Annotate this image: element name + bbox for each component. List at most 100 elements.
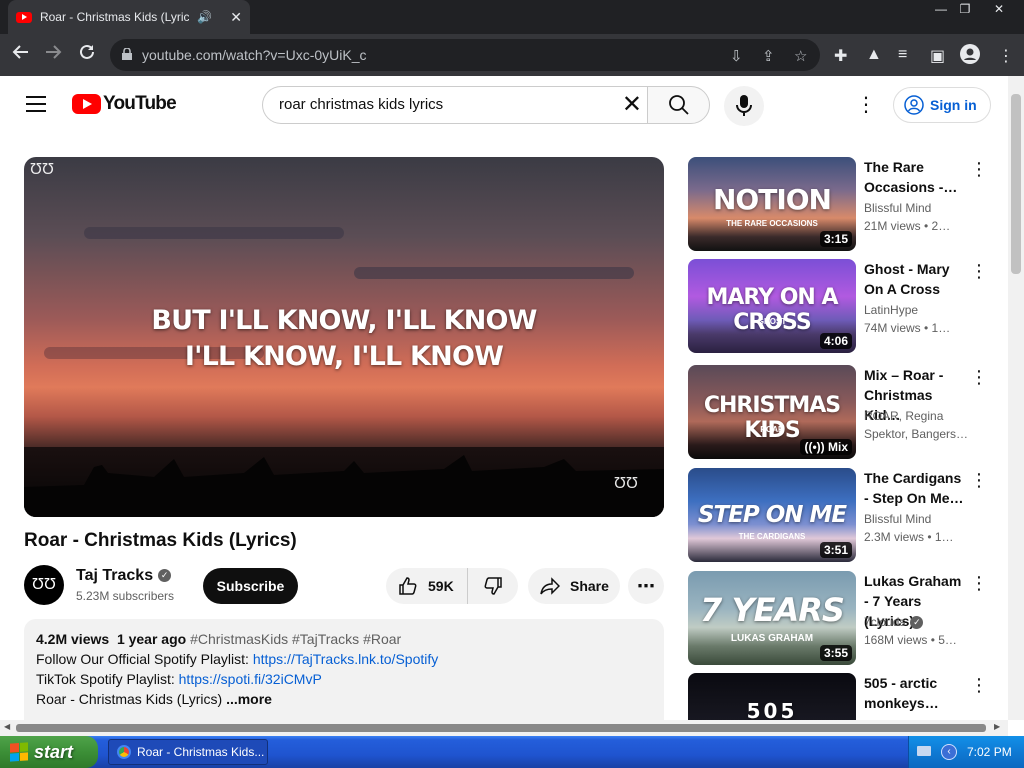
recommendation-item[interactable]: 505 505 - arctic monkeys… ⋮ <box>688 673 998 720</box>
thumbnail-subtext: THE CARDIGANS <box>738 532 806 541</box>
browser-tab[interactable]: Roar - Christmas Kids (Lyrics) - 🔊 ✕ <box>8 0 250 34</box>
spotify-link[interactable]: https://TajTracks.lnk.to/Spotify <box>253 651 438 667</box>
reload-button[interactable] <box>74 42 100 68</box>
recommendation-item[interactable]: MARY ON A CROSS GHOST 4:06 Ghost - Mary … <box>688 259 998 353</box>
extensions-icon[interactable]: ✚ <box>834 46 847 66</box>
recommendation-channel-cont[interactable]: Spektor, Bangers… <box>864 427 968 441</box>
subscribe-button[interactable]: Subscribe <box>203 568 298 604</box>
tab-close-icon[interactable]: ✕ <box>230 9 242 26</box>
dislike-button[interactable] <box>468 568 518 604</box>
description-line: Follow Our Official Spotify Playlist: ht… <box>36 651 652 671</box>
audio-playing-icon[interactable]: 🔊 <box>197 10 212 24</box>
browser-titlebar: Roar - Christmas Kids (Lyrics) - 🔊 ✕ — ❐… <box>0 0 1024 34</box>
tray-arrow-icon[interactable]: ‹ <box>941 744 957 760</box>
cloud-decor <box>84 227 344 239</box>
start-button[interactable]: start <box>0 736 98 768</box>
search-input[interactable]: roar christmas kids lyrics ✕ <box>262 86 648 124</box>
recommendation-channel[interactable]: 7clouds ✓ <box>864 615 974 630</box>
restore-button[interactable]: ❐ <box>950 0 980 18</box>
media-queue-icon[interactable]: ≡ <box>898 46 907 64</box>
channel-avatar[interactable]: ƱƱ <box>24 565 64 605</box>
more-options-kebab-icon[interactable]: ⋮ <box>970 675 988 696</box>
search-icon <box>669 95 689 115</box>
recommendation-channel[interactable]: Blissful Mind <box>864 512 974 526</box>
back-button[interactable] <box>8 42 34 68</box>
channel-name-text[interactable]: Taj Tracks <box>76 567 153 584</box>
settings-kebab-icon[interactable]: ⋮ <box>856 92 876 117</box>
more-options-kebab-icon[interactable]: ⋮ <box>970 470 988 491</box>
video-title: Roar - Christmas Kids (Lyrics) <box>24 530 297 551</box>
start-label: start <box>34 741 74 762</box>
voice-search-button[interactable] <box>724 86 764 126</box>
recommendation-channel[interactable]: Blissful Mind <box>864 201 974 215</box>
menu-hamburger-icon[interactable] <box>26 96 46 112</box>
more-options-kebab-icon[interactable]: ⋮ <box>970 573 988 594</box>
video-thumbnail[interactable]: MARY ON A CROSS GHOST 4:06 <box>688 259 856 353</box>
recommendation-channel[interactable]: ROAR, Regina <box>864 409 974 423</box>
duration-badge: 3:51 <box>819 542 852 558</box>
forward-button[interactable] <box>40 42 66 68</box>
like-button[interactable]: 59K <box>386 568 468 604</box>
profile-avatar-icon[interactable] <box>960 44 980 69</box>
like-dislike-group: 59K <box>386 568 518 604</box>
recommendation-channel[interactable]: LatinHype <box>864 303 974 317</box>
share-label: Share <box>570 578 609 594</box>
address-bar[interactable]: youtube.com/watch?v=Uxc-0yUiK_c ⇩ ⇪ ☆ <box>110 39 820 71</box>
search-query-text: roar christmas kids lyrics <box>279 96 444 113</box>
recommendation-item[interactable]: 7 YEARS LUKAS GRAHAM 3:55 Lukas Graham -… <box>688 571 998 665</box>
scroll-right-icon[interactable]: ▶ <box>994 722 1000 731</box>
video-thumbnail[interactable]: 7 YEARS LUKAS GRAHAM 3:55 <box>688 571 856 665</box>
share-page-icon[interactable]: ⇪ <box>762 47 775 65</box>
recommendation-title[interactable]: 505 - arctic monkeys… <box>864 673 968 713</box>
share-button[interactable]: Share <box>528 568 620 604</box>
video-thumbnail[interactable]: STEP ON ME THE CARDIGANS 3:51 <box>688 468 856 562</box>
recommendation-item[interactable]: NOTION THE RARE OCCASIONS 3:15 The Rare … <box>688 157 998 251</box>
thumbnail-text: 505 <box>746 699 798 720</box>
recommendation-title[interactable]: The Rare Occasions -… <box>864 157 968 197</box>
install-icon[interactable]: ⇩ <box>730 47 743 65</box>
labs-flask-icon[interactable]: ▲ <box>866 46 882 64</box>
microphone-icon <box>736 95 752 116</box>
channel-watermark-icon[interactable]: ƱƱ <box>614 475 638 493</box>
thumbnail-subtext: GHOST <box>757 317 787 326</box>
recommendation-title[interactable]: The Cardigans - Step On Me… <box>864 468 968 508</box>
more-actions-button[interactable]: ⋯ <box>628 568 664 604</box>
taskbar-window-button[interactable]: Roar - Christmas Kids... <box>108 739 268 765</box>
clear-search-icon[interactable]: ✕ <box>622 90 642 119</box>
search-button[interactable] <box>647 86 710 124</box>
scrollbar-thumb[interactable] <box>1011 94 1021 274</box>
browser-menu-icon[interactable]: ⋮ <box>998 46 1014 66</box>
video-thumbnail[interactable]: CHRISTMAS KIDS ROAR ((•)) Mix <box>688 365 856 459</box>
recommendation-item[interactable]: CHRISTMAS KIDS ROAR ((•)) Mix Mix – Roar… <box>688 365 998 459</box>
arrow-right-icon <box>46 45 62 59</box>
sign-in-label: Sign in <box>930 97 977 113</box>
tiktok-playlist-link[interactable]: https://spoti.fi/32iCMvP <box>179 671 322 687</box>
scrollbar-thumb[interactable] <box>16 724 986 732</box>
window-close-button[interactable]: ✕ <box>984 0 1014 18</box>
recommendation-views: 21M views • 2… <box>864 219 951 233</box>
bookmark-star-icon[interactable]: ☆ <box>794 47 807 65</box>
keyboard-tray-icon[interactable] <box>917 746 931 756</box>
more-options-kebab-icon[interactable]: ⋮ <box>970 367 988 388</box>
video-player[interactable]: BUT I'LL KNOW, I'LL KNOW I'LL KNOW, I'LL… <box>24 157 664 517</box>
page-horizontal-scrollbar[interactable]: ◀ ▶ <box>0 720 1008 736</box>
hashtags[interactable]: #ChristmasKids #TajTracks #Roar <box>190 631 401 647</box>
video-thumbnail[interactable]: 505 <box>688 673 856 720</box>
page-vertical-scrollbar[interactable] <box>1008 76 1024 720</box>
video-thumbnail[interactable]: NOTION THE RARE OCCASIONS 3:15 <box>688 157 856 251</box>
side-panel-icon[interactable]: ▣ <box>930 46 945 66</box>
recommendation-item[interactable]: STEP ON ME THE CARDIGANS 3:51 The Cardig… <box>688 468 998 562</box>
youtube-logo[interactable]: YouTube <box>72 93 177 115</box>
thumbnail-subtext: THE RARE OCCASIONS <box>726 219 818 228</box>
video-description[interactable]: 4.2M views 1 year ago #ChristmasKids #Ta… <box>24 619 664 720</box>
show-more-button[interactable]: ...more <box>226 691 272 707</box>
recommendation-title[interactable]: Ghost - Mary On A Cross <box>864 259 968 299</box>
recommendation-channel-text[interactable]: 7clouds <box>864 615 905 629</box>
more-options-kebab-icon[interactable]: ⋮ <box>970 159 988 180</box>
youtube-play-logo-icon <box>72 94 101 114</box>
more-options-kebab-icon[interactable]: ⋮ <box>970 261 988 282</box>
subscriber-count: 5.23M subscribers <box>76 589 175 603</box>
channel-name[interactable]: Taj Tracks ✓ <box>76 567 172 585</box>
scroll-left-icon[interactable]: ◀ <box>4 722 10 731</box>
sign-in-button[interactable]: Sign in <box>893 87 991 123</box>
